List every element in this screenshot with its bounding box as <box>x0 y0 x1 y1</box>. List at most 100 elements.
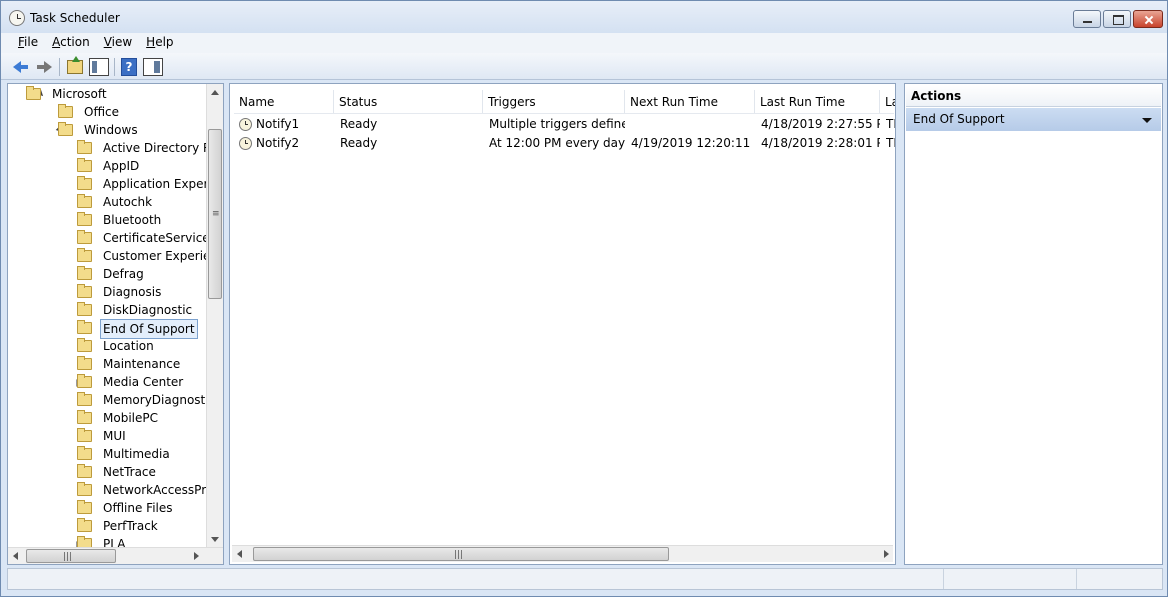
help-icon[interactable]: ? <box>121 58 137 76</box>
minimize-button[interactable] <box>1073 10 1101 28</box>
tree-item-mui[interactable]: MUI <box>8 427 206 445</box>
scroll-right-icon[interactable] <box>884 550 889 558</box>
folder-icon <box>77 446 92 460</box>
scroll-left-icon[interactable] <box>237 550 242 558</box>
task-row[interactable]: Notify2 Ready At 12:00 PM every day 4/19/20… <box>234 134 895 153</box>
maximize-button[interactable] <box>1103 10 1131 28</box>
task-list-scroll-thumb[interactable]: ||| <box>253 547 669 561</box>
menu-action[interactable]: Action <box>45 33 97 53</box>
cell-triggers: Multiple triggers defined <box>489 117 625 131</box>
cell-last-run: 4/18/2019 2:27:55 PM <box>761 117 880 131</box>
tree-item-end-of-support[interactable]: End Of Support <box>8 319 206 339</box>
task-list-horizontal-scrollbar[interactable]: ||| <box>232 545 893 562</box>
task-row[interactable]: Notify1 Ready Multiple triggers defined 4/1… <box>234 115 895 134</box>
title-bar[interactable]: Task Scheduler <box>1 1 1167 33</box>
actions-section-end-of-support[interactable]: End Of Support <box>906 108 1161 131</box>
window-title: Task Scheduler <box>30 11 120 25</box>
menu-access-key: V <box>103 35 112 49</box>
folder-icon <box>77 374 92 388</box>
column-header-status[interactable]: Status <box>334 90 483 114</box>
tree-item-label: Defrag <box>103 267 144 281</box>
folder-icon <box>77 176 92 190</box>
task-clock-icon <box>239 137 252 150</box>
tree-item-diskdiagnostic[interactable]: DiskDiagnostic <box>8 301 206 319</box>
actions-title: Actions <box>906 85 1161 107</box>
close-button[interactable] <box>1133 10 1163 28</box>
tree-item-autochk[interactable]: Autochk <box>8 193 206 211</box>
grip-icon: ||| <box>454 550 464 560</box>
tree-item-offline-files[interactable]: Offline Files <box>8 499 206 517</box>
scroll-down-icon[interactable] <box>211 537 219 542</box>
tree-item-microsoft[interactable]: Microsoft <box>8 85 206 103</box>
menu-bar: File Action View Help <box>1 33 1167 53</box>
tree-item-label: DiskDiagnostic <box>103 303 193 317</box>
tree-scroll-thumb[interactable]: ≡ <box>208 129 222 299</box>
tree-item-bluetooth[interactable]: Bluetooth <box>8 211 206 229</box>
menu-view[interactable]: View <box>97 33 139 53</box>
tree-vertical-scrollbar[interactable]: ≡ <box>206 84 223 548</box>
cell-next-run: 4/19/2019 12:20:11 PM <box>631 136 755 150</box>
scroll-left-icon[interactable] <box>13 552 18 560</box>
tree-item-mobilepc[interactable]: MobilePC <box>8 409 206 427</box>
tree-item-label: NetTrace <box>103 465 156 479</box>
show-tree-icon[interactable] <box>89 58 109 76</box>
tree-item-label: PerfTrack <box>103 519 158 533</box>
scroll-up-icon[interactable] <box>211 90 219 95</box>
column-header-triggers[interactable]: Triggers <box>483 90 625 114</box>
grip-icon: ≡ <box>212 209 220 219</box>
folder-icon <box>77 320 92 334</box>
tree-item-office[interactable]: Office <box>8 103 206 121</box>
menu-label-rest: elp <box>155 35 174 49</box>
folder-icon <box>77 428 92 442</box>
toolbar-separator <box>114 58 115 76</box>
menu-help[interactable]: Help <box>139 33 180 53</box>
tree-item-diagnosis[interactable]: Diagnosis <box>8 283 206 301</box>
column-header-last-result[interactable]: La <box>880 90 895 114</box>
tree-item-label: Office <box>84 105 120 119</box>
tree-item-maintenance[interactable]: Maintenance <box>8 355 206 373</box>
cell-status: Ready <box>340 136 378 150</box>
actions-section-label: End Of Support <box>913 112 1005 126</box>
tree-item-customer-experien[interactable]: Customer Experien <box>8 247 218 265</box>
cell-name: Notify2 <box>256 136 300 150</box>
tree-item-memorydiagnosti[interactable]: MemoryDiagnosti <box>8 391 209 409</box>
tree-item-appid[interactable]: AppID <box>8 157 206 175</box>
folder-tree-pane[interactable]: Microsoft Office Windows Active Directory R… <box>7 83 224 565</box>
tree-item-label: Bluetooth <box>103 213 162 227</box>
scroll-right-icon[interactable] <box>194 552 199 560</box>
column-header-name[interactable]: Name <box>234 90 334 114</box>
tree-horizontal-scrollbar[interactable]: ||| <box>8 547 223 564</box>
tree-item-label: Microsoft <box>52 87 107 101</box>
tree-item-media-center[interactable]: Media Center <box>8 373 206 391</box>
menu-file[interactable]: File <box>11 33 45 53</box>
tree-item-location[interactable]: Location <box>8 337 206 355</box>
menu-access-key: A <box>52 35 61 49</box>
forward-arrow-icon[interactable] <box>34 57 54 77</box>
column-header-last-run[interactable]: Last Run Time <box>755 90 880 114</box>
tree-item-label: MemoryDiagnosti <box>103 393 209 407</box>
tree-item-networkaccesspro[interactable]: NetworkAccessPro <box>8 481 213 499</box>
tree-item-label: Application Experi <box>103 177 212 191</box>
tree-item-multimedia[interactable]: Multimedia <box>8 445 206 463</box>
folder-icon <box>77 158 92 172</box>
up-folder-icon[interactable] <box>67 56 83 74</box>
tree-item-perftrack[interactable]: PerfTrack <box>8 517 206 535</box>
tree-item-certificateservices[interactable]: CertificateServices <box>8 229 216 247</box>
tree-item-active-directory-r[interactable]: Active Directory R <box>8 139 211 157</box>
back-arrow-icon[interactable] <box>11 57 31 77</box>
chevron-down-icon[interactable] <box>1142 118 1152 123</box>
show-action-pane-icon[interactable] <box>143 58 163 76</box>
tree-item-defrag[interactable]: Defrag <box>8 265 206 283</box>
tree-hscroll-thumb[interactable]: ||| <box>26 549 116 563</box>
tree-item-nettrace[interactable]: NetTrace <box>8 463 206 481</box>
clock-app-icon[interactable] <box>9 10 25 26</box>
task-list-pane: Name Status Triggers Next Run Time Last Run … <box>229 83 896 565</box>
tree-item-label: Customer Experien <box>103 249 219 263</box>
tree-item-label: Media Center <box>103 375 184 389</box>
column-header-next-run[interactable]: Next Run Time <box>625 90 755 114</box>
tree-item-label: Windows <box>84 123 138 137</box>
tree-item-windows[interactable]: Windows <box>8 121 206 139</box>
tree-item-application-experi[interactable]: Application Experi <box>8 175 212 193</box>
task-scheduler-window: Task Scheduler File Action View Help ? Micr… <box>0 0 1168 597</box>
folder-icon <box>77 230 92 244</box>
